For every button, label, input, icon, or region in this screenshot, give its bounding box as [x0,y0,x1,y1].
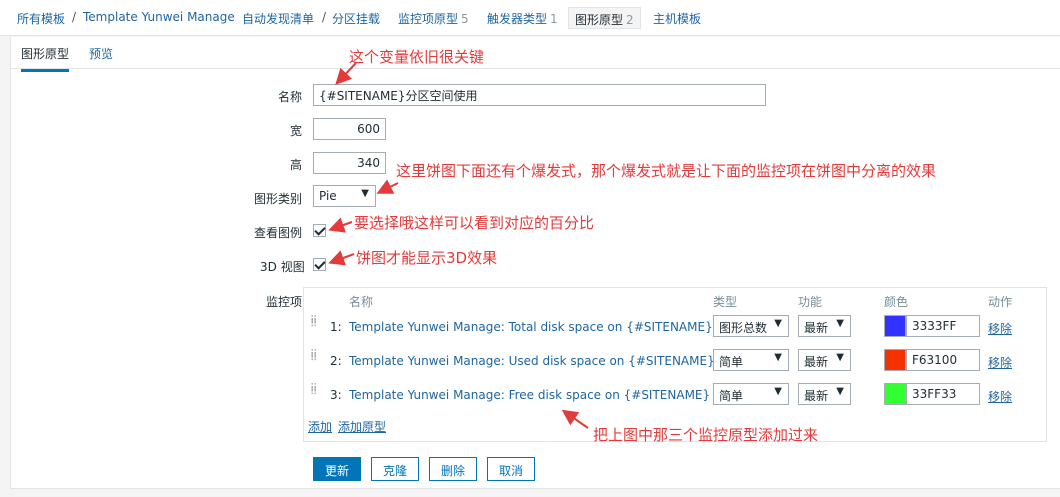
annotation-arrow-icon [328,250,355,266]
annotation-arrow-icon [335,62,357,85]
annotation-arrow-icon [328,217,353,233]
annotation-arrow-icon [376,179,399,194]
annotation-arrows [328,62,589,429]
annotation-arrow-icon [561,409,589,429]
